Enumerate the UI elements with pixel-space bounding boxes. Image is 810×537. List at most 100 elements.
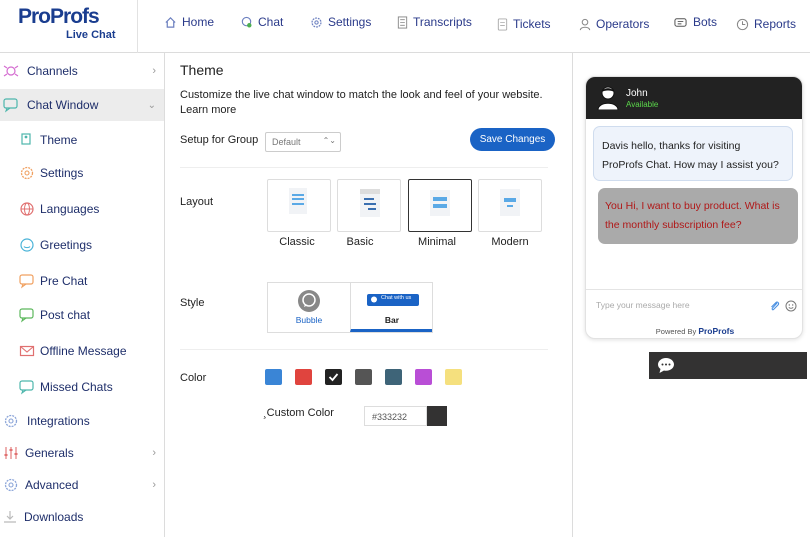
color-swatch[interactable]	[325, 369, 342, 385]
color-swatch[interactable]	[415, 369, 432, 385]
sidebar-item-label: Chat Window	[27, 98, 99, 112]
color-label: Color	[180, 372, 207, 384]
style-option-bar[interactable]: Chat with us Bar	[350, 283, 432, 332]
chat-preview-header: John Available	[586, 77, 802, 119]
nav-operators[interactable]: Operators	[579, 14, 649, 34]
style-option-bubble[interactable]: Bubble	[268, 283, 350, 332]
layout-modern-icon	[500, 189, 520, 216]
layout-option-minimal[interactable]	[408, 179, 472, 232]
sidebar-item-generals[interactable]: Generals ›	[0, 438, 164, 468]
missed-chat-icon	[19, 380, 34, 395]
group-select-value: Default	[272, 137, 301, 147]
color-swatch[interactable]	[385, 369, 402, 385]
layout-minimal-icon	[430, 190, 450, 216]
sidebar-item-label: Settings	[40, 166, 84, 180]
color-swatch[interactable]	[295, 369, 312, 385]
agent-name: John	[626, 88, 648, 99]
sliders-icon	[4, 447, 18, 459]
sidebar-item-label: Pre Chat	[40, 274, 88, 288]
chat-bar-launcher[interactable]	[649, 352, 807, 379]
nav-tickets[interactable]: Tickets	[497, 14, 551, 34]
layout-option-modern[interactable]	[478, 179, 542, 232]
message-input[interactable]: Type your message here	[586, 289, 802, 321]
sidebar-item-pre-chat[interactable]: Pre Chat	[0, 266, 164, 296]
theme-panel: Theme Customize the live chat window to …	[165, 53, 573, 537]
download-icon	[4, 511, 16, 523]
logo-profs-text: Profs	[50, 5, 100, 28]
layout-option-classic[interactable]	[267, 179, 331, 232]
nav-settings-label: Settings	[328, 15, 372, 29]
sidebar-item-languages[interactable]: Languages	[0, 194, 164, 224]
gear-icon	[20, 166, 34, 180]
sidebar-item-label: Post chat	[40, 308, 91, 322]
nav-bots[interactable]: Bots	[673, 12, 717, 32]
chat-preview-window: John Available Davis hello, thanks for v…	[585, 76, 803, 339]
sidebar-item-label: Greetings	[40, 238, 93, 252]
custom-color-input[interactable]: #333232	[364, 406, 427, 426]
sidebar-item-advanced[interactable]: Advanced ›	[0, 470, 164, 500]
page-title: Theme	[180, 62, 224, 78]
style-bubble-label: Bubble	[295, 315, 323, 325]
sidebar-item-label: Channels	[27, 64, 78, 78]
sidebar-item-label: Integrations	[27, 414, 90, 428]
group-select[interactable]: Default ⌃⌄	[265, 132, 341, 152]
sidebar-item-chat-window[interactable]: Chat Window ⌄	[0, 89, 164, 121]
nav-reports[interactable]: Reports	[736, 14, 796, 34]
sidebar-item-offline-message[interactable]: Offline Message	[0, 336, 164, 366]
style-bar-label: Bar	[384, 315, 400, 325]
powered-by: Powered By ProProfs	[586, 326, 802, 336]
custom-color-label-text: Custom Color	[266, 407, 334, 419]
sidebar-item-missed-chats[interactable]: Missed Chats	[0, 372, 164, 402]
custom-color-preview[interactable]	[427, 406, 447, 426]
sidebar-item-channels[interactable]: Channels ›	[0, 56, 164, 86]
save-changes-button[interactable]: Save Changes	[470, 128, 555, 151]
color-swatch[interactable]	[445, 369, 462, 385]
proprofs-logo[interactable]: ProProfs Live Chat	[18, 5, 128, 41]
chevron-down-icon: ⌃⌄	[322, 136, 336, 145]
gear-icon	[311, 16, 322, 28]
bubble-icon	[298, 290, 320, 312]
ticket-icon	[497, 17, 508, 31]
chevron-right-icon: ›	[152, 479, 156, 491]
nav-settings[interactable]: Settings	[310, 12, 371, 32]
sidebar-item-integrations[interactable]: Integrations	[0, 406, 164, 436]
nav-transcripts-label: Transcripts	[413, 15, 472, 29]
group-label: Setup for Group	[180, 134, 259, 146]
clock-icon	[736, 18, 749, 30]
sidebar-item-post-chat[interactable]: Post chat	[0, 300, 164, 330]
agent-avatar-icon	[597, 86, 619, 110]
nav-home[interactable]: Home	[164, 12, 214, 32]
sidebar-item-label: Advanced	[25, 478, 79, 492]
globe-icon	[20, 202, 34, 216]
user-message-bubble: You Hi, I want to buy product. What is t…	[598, 188, 798, 244]
sidebar-item-downloads[interactable]: Downloads	[0, 502, 164, 532]
emoji-icon[interactable]	[785, 300, 797, 312]
powered-by-brand: ProProfs	[698, 326, 735, 336]
style-label: Style	[180, 297, 205, 309]
logo-product-text: Live Chat	[66, 29, 116, 41]
chat-bubble-icon	[658, 358, 674, 373]
message-input-placeholder: Type your message here	[596, 300, 690, 310]
sidebar-item-settings[interactable]: Settings	[0, 158, 164, 188]
nav-chat[interactable]: Chat	[240, 12, 283, 32]
layout-basic-label: Basic	[346, 236, 374, 248]
sidebar-item-theme[interactable]: Theme	[0, 125, 164, 155]
mail-icon	[19, 345, 35, 357]
theme-icon	[21, 133, 31, 145]
nav-transcripts[interactable]: Transcripts	[397, 12, 472, 32]
divider	[137, 0, 138, 53]
sidebar: Channels › Chat Window ⌄ Theme Settings …	[0, 53, 165, 537]
layout-option-basic[interactable]	[337, 179, 401, 232]
logo-pro-text: Pro	[18, 5, 51, 28]
smile-icon	[20, 238, 34, 252]
nav-tickets-label: Tickets	[513, 17, 551, 31]
divider	[180, 167, 548, 168]
sidebar-item-label: Theme	[40, 133, 78, 147]
attachment-icon[interactable]	[769, 300, 780, 312]
layout-basic-icon	[360, 189, 380, 217]
bar-chip-label: Chat with us	[381, 295, 412, 301]
color-swatch[interactable]	[265, 369, 282, 385]
page-description: Customize the live chat window to match …	[180, 89, 543, 116]
color-swatch[interactable]	[355, 369, 372, 385]
sidebar-item-greetings[interactable]: Greetings	[0, 230, 164, 260]
